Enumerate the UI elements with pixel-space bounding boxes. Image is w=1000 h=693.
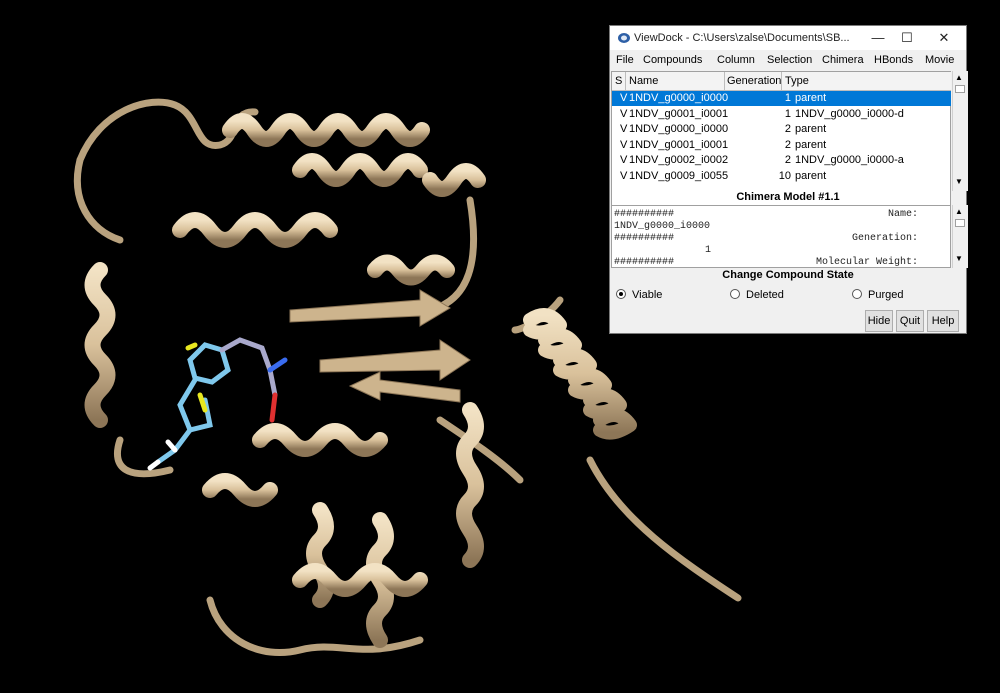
table-row[interactable]: V 1NDV_g0000_i0000 1 parent (612, 91, 951, 106)
cell-generation: 1 (784, 92, 791, 104)
cell-state: V (620, 154, 628, 166)
close-button[interactable]: ✕ (929, 26, 959, 50)
table-row[interactable]: V 1NDV_g0001_i0001 2 parent (612, 138, 951, 153)
cell-generation: 10 (778, 169, 791, 182)
minimize-button[interactable]: — (863, 26, 893, 50)
table-row[interactable]: V 1NDV_g0009_i0055 10 parent (612, 169, 951, 184)
radio-purged[interactable]: Purged (852, 289, 903, 301)
cell-name: 1NDV_g0000_i0000 (629, 92, 729, 104)
scroll-up-arrow-icon[interactable]: ▲ (955, 207, 963, 216)
cell-name: 1NDV_g0000_i0000 (629, 123, 729, 135)
cell-state: V (620, 138, 628, 151)
details-line: ########## (614, 233, 675, 244)
table-row[interactable]: V 1NDV_g0002_i0002 2 1NDV_g0000_i0000-a (612, 153, 951, 168)
radio-label: Viable (632, 289, 663, 301)
radio-viable[interactable]: Viable (616, 289, 662, 301)
table-row[interactable]: V 1NDV_g0000_i0000 2 parent (612, 122, 951, 137)
radio-deleted[interactable]: Deleted (730, 289, 784, 301)
scroll-up-arrow-icon[interactable]: ▲ (955, 73, 963, 82)
scroll-down-arrow-icon[interactable]: ▼ (955, 177, 963, 186)
quit-button[interactable]: Quit (896, 310, 924, 332)
cell-type: 1NDV_g0000_i0000-a (795, 154, 904, 166)
table-header: S Name Generation Type (612, 72, 951, 91)
cell-type: parent (795, 169, 827, 182)
menu-compounds[interactable]: Compounds (643, 54, 702, 66)
radio-unselected-icon (852, 289, 862, 299)
menu-file[interactable]: File (616, 54, 634, 66)
menu-selection[interactable]: Selection (767, 54, 812, 66)
menu-movie[interactable]: Movie (925, 54, 954, 66)
radio-selected-icon (616, 289, 626, 299)
hide-button[interactable]: Hide (865, 310, 893, 332)
details-line: ########## (614, 209, 675, 220)
details-label-name: Name: (887, 209, 918, 220)
state-section-title: Change Compound State (722, 269, 854, 281)
radio-label: Purged (868, 289, 904, 301)
cell-generation: 1 (784, 107, 791, 120)
viewdock-icon (618, 33, 630, 43)
menu-bar: File Compounds Column Selection Chimera … (610, 52, 966, 70)
column-header-s[interactable]: S (615, 75, 622, 87)
ligand-sticks (147, 337, 288, 471)
radio-label: Deleted (746, 289, 784, 301)
cell-type: 1NDV_g0000_i0000-d (795, 107, 904, 120)
details-value-generation: 1 (705, 245, 712, 256)
cell-generation: 2 (784, 138, 791, 151)
cell-name: 1NDV_g0001_i0001 (629, 138, 729, 151)
cell-type: parent (795, 138, 827, 151)
cell-name: 1NDV_g0001_i0001 (629, 107, 729, 120)
cell-generation: 2 (784, 123, 791, 135)
cell-generation: 2 (784, 154, 791, 166)
cell-type: parent (795, 92, 827, 104)
cell-name: 1NDV_g0002_i0002 (629, 154, 729, 166)
cell-name: 1NDV_g0009_i0055 (629, 169, 729, 182)
menu-hbonds[interactable]: HBonds (874, 54, 913, 66)
radio-unselected-icon (730, 289, 740, 299)
scroll-thumb[interactable] (955, 85, 965, 93)
menu-column[interactable]: Column (717, 54, 755, 66)
table-row[interactable]: V 1NDV_g0001_i0001 1 1NDV_g0000_i0000-d (612, 107, 951, 122)
cell-state: V (620, 107, 628, 120)
column-header-name[interactable]: Name (629, 75, 658, 87)
scroll-thumb[interactable] (955, 219, 965, 227)
maximize-button[interactable]: ☐ (892, 26, 922, 50)
cell-state: V (620, 169, 628, 182)
beta-strand-arrows (289, 289, 471, 403)
cell-type: parent (795, 123, 827, 135)
column-header-generation[interactable]: Generation (727, 75, 781, 87)
title-bar[interactable]: ViewDock - C:\Users\zalse\Documents\SB..… (610, 26, 966, 50)
details-scrollbar[interactable]: ▲ ▼ (952, 205, 968, 268)
compound-details[interactable]: ########## Name: 1NDV_g0000_i0000 ######… (611, 205, 951, 268)
details-line: ########## (614, 257, 675, 268)
column-header-type[interactable]: Type (785, 75, 809, 87)
details-value-name: 1NDV_g0000_i0000 (614, 221, 711, 232)
window-title: ViewDock - C:\Users\zalse\Documents\SB..… (634, 32, 850, 44)
viewdock-window[interactable]: ViewDock - C:\Users\zalse\Documents\SB..… (609, 25, 968, 334)
cell-state: V (620, 123, 628, 135)
scroll-down-arrow-icon[interactable]: ▼ (955, 254, 963, 263)
model-title: Chimera Model #1.1 (736, 191, 840, 203)
cell-state: V (620, 92, 628, 104)
menu-chimera[interactable]: Chimera (822, 54, 864, 66)
table-scrollbar[interactable]: ▲ ▼ (952, 71, 968, 191)
details-label-molecular-weight: Molecular Weight: (815, 257, 918, 268)
details-label-generation: Generation: (851, 233, 918, 244)
help-button[interactable]: Help (927, 310, 959, 332)
